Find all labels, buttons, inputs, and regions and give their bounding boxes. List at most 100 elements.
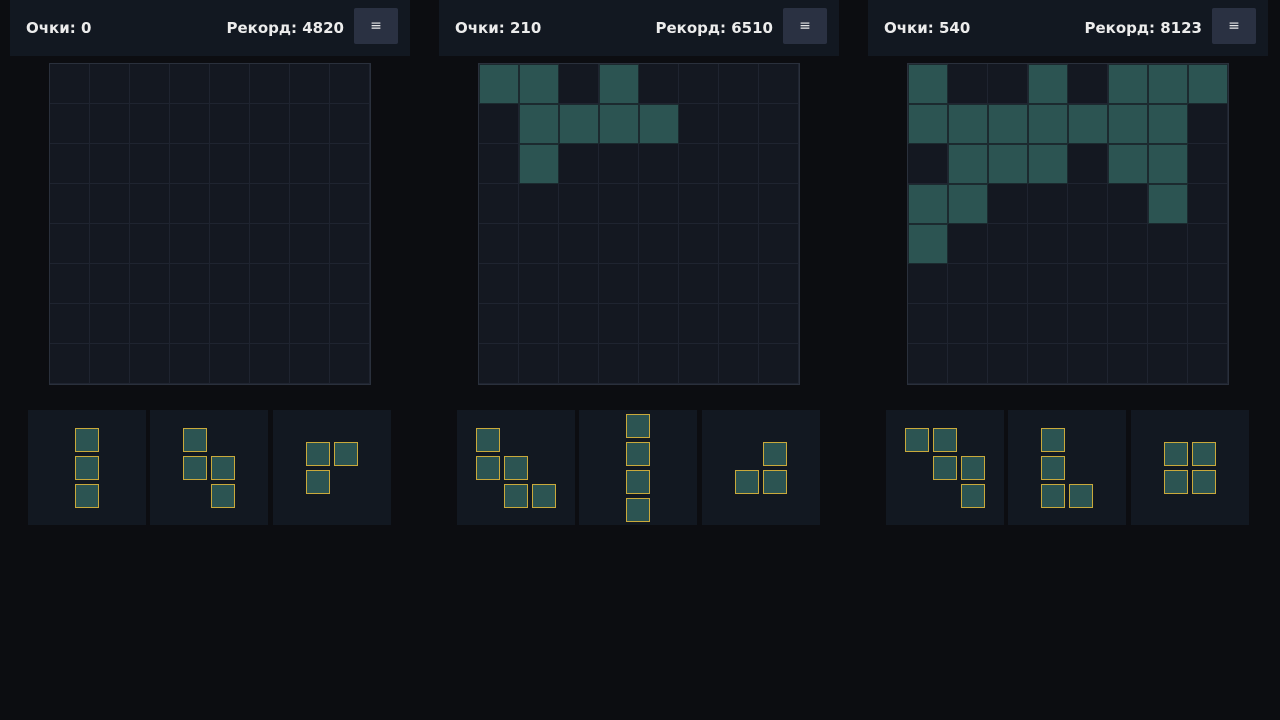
board-cell-filled[interactable] (1108, 104, 1148, 144)
board-cell-filled[interactable] (948, 104, 988, 144)
board-cell-empty[interactable] (330, 104, 370, 144)
board-cell-empty[interactable] (1148, 344, 1188, 384)
board-cell-empty[interactable] (1108, 184, 1148, 224)
board-cell-empty[interactable] (479, 264, 519, 304)
board-cell-empty[interactable] (250, 264, 290, 304)
board-cell-empty[interactable] (719, 144, 759, 184)
board-cell-empty[interactable] (988, 304, 1028, 344)
board-cell-empty[interactable] (759, 224, 799, 264)
board-cell-empty[interactable] (130, 224, 170, 264)
board-cell-empty[interactable] (719, 304, 759, 344)
board-cell-empty[interactable] (170, 264, 210, 304)
board-cell-empty[interactable] (90, 184, 130, 224)
board-cell-empty[interactable] (290, 264, 330, 304)
board-cell-empty[interactable] (330, 264, 370, 304)
board-cell-empty[interactable] (250, 344, 290, 384)
board-cell-empty[interactable] (679, 104, 719, 144)
board-cell-empty[interactable] (210, 144, 250, 184)
board-cell-empty[interactable] (210, 304, 250, 344)
board-cell-filled[interactable] (1028, 144, 1068, 184)
board-cell-empty[interactable] (639, 64, 679, 104)
board-cell-empty[interactable] (250, 184, 290, 224)
board-cell-empty[interactable] (50, 184, 90, 224)
board-cell-empty[interactable] (170, 64, 210, 104)
board-cell-empty[interactable] (1068, 264, 1108, 304)
board-cell-empty[interactable] (519, 224, 559, 264)
board-cell-filled[interactable] (599, 64, 639, 104)
board-cell-empty[interactable] (330, 184, 370, 224)
board-cell-empty[interactable] (679, 344, 719, 384)
board-cell-filled[interactable] (1148, 184, 1188, 224)
board-cell-filled[interactable] (908, 224, 948, 264)
board-cell-empty[interactable] (1068, 224, 1108, 264)
board-cell-empty[interactable] (519, 264, 559, 304)
board-cell-empty[interactable] (1028, 344, 1068, 384)
board-cell-empty[interactable] (1148, 264, 1188, 304)
board-cell-empty[interactable] (559, 64, 599, 104)
board-cell-filled[interactable] (908, 64, 948, 104)
board-cell-empty[interactable] (988, 64, 1028, 104)
board-cell-empty[interactable] (1068, 64, 1108, 104)
board-cell-empty[interactable] (759, 304, 799, 344)
board-cell-empty[interactable] (210, 184, 250, 224)
board-cell-empty[interactable] (948, 64, 988, 104)
menu-button[interactable]: ≡ (354, 8, 398, 44)
piece-slot-3[interactable] (702, 410, 820, 525)
board-cell-empty[interactable] (90, 264, 130, 304)
board-cell-empty[interactable] (679, 304, 719, 344)
piece-slot-1[interactable] (28, 410, 146, 525)
board-cell-empty[interactable] (908, 144, 948, 184)
board-cell-empty[interactable] (1188, 304, 1228, 344)
board-cell-empty[interactable] (519, 184, 559, 224)
board-cell-empty[interactable] (479, 104, 519, 144)
board-cell-empty[interactable] (559, 144, 599, 184)
board-cell-empty[interactable] (210, 64, 250, 104)
board-cell-empty[interactable] (559, 344, 599, 384)
board-cell-filled[interactable] (479, 64, 519, 104)
board-cell-empty[interactable] (50, 264, 90, 304)
piece-slot-1[interactable] (886, 410, 1004, 525)
board-cell-filled[interactable] (1108, 144, 1148, 184)
board-cell-empty[interactable] (908, 264, 948, 304)
board-cell-empty[interactable] (599, 224, 639, 264)
piece-slot-3[interactable] (1131, 410, 1249, 525)
board-cell-empty[interactable] (170, 344, 210, 384)
board-cell-empty[interactable] (50, 344, 90, 384)
board-cell-empty[interactable] (559, 264, 599, 304)
board-cell-empty[interactable] (1188, 104, 1228, 144)
board-cell-empty[interactable] (130, 64, 170, 104)
piece-slot-2[interactable] (1008, 410, 1126, 525)
board-cell-empty[interactable] (130, 144, 170, 184)
board-cell-empty[interactable] (210, 264, 250, 304)
board-cell-empty[interactable] (639, 264, 679, 304)
board-cell-empty[interactable] (330, 64, 370, 104)
board-cell-filled[interactable] (1068, 104, 1108, 144)
board-cell-empty[interactable] (719, 184, 759, 224)
board-cell-empty[interactable] (290, 304, 330, 344)
board-cell-filled[interactable] (908, 104, 948, 144)
board-cell-empty[interactable] (290, 104, 330, 144)
board-cell-empty[interactable] (290, 64, 330, 104)
board-cell-filled[interactable] (988, 144, 1028, 184)
board-cell-empty[interactable] (559, 224, 599, 264)
board-cell-empty[interactable] (250, 64, 290, 104)
board-cell-empty[interactable] (210, 224, 250, 264)
board-cell-empty[interactable] (90, 144, 130, 184)
board-cell-filled[interactable] (639, 104, 679, 144)
board-cell-empty[interactable] (559, 304, 599, 344)
board-cell-empty[interactable] (479, 304, 519, 344)
board-cell-empty[interactable] (759, 344, 799, 384)
board-cell-filled[interactable] (519, 64, 559, 104)
board-cell-empty[interactable] (908, 304, 948, 344)
board-cell-empty[interactable] (948, 344, 988, 384)
board-cell-empty[interactable] (639, 304, 679, 344)
board-cell-empty[interactable] (948, 224, 988, 264)
board-cell-empty[interactable] (130, 264, 170, 304)
board-cell-empty[interactable] (599, 304, 639, 344)
board-cell-empty[interactable] (1148, 224, 1188, 264)
board-cell-empty[interactable] (290, 344, 330, 384)
board-cell-empty[interactable] (599, 184, 639, 224)
board-cell-filled[interactable] (948, 184, 988, 224)
board-cell-empty[interactable] (170, 104, 210, 144)
board-cell-empty[interactable] (679, 64, 719, 104)
